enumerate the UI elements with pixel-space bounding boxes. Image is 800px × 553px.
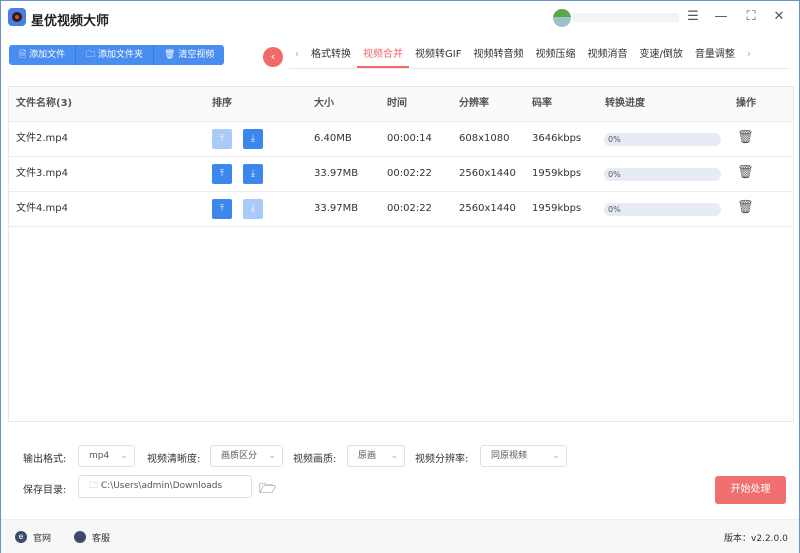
maximize-button[interactable]: ⛶ (743, 9, 759, 25)
clear-label: 清空视频 (178, 50, 215, 60)
move-up-button[interactable]: ⤒ (212, 164, 232, 184)
table-row: 文件3.mp4 ⤒ ⤓ 33.97MB 00:02:22 2560x1440 1… (9, 157, 793, 192)
tab-bar: ‹ 格式转换 视频合并 视频转GIF 视频转音频 视频压缩 视频消音 变速/倒放… (289, 45, 789, 69)
user-name (573, 13, 679, 22)
tab-format-convert[interactable]: 格式转换 (305, 45, 357, 68)
file-bitrate: 1959kbps (532, 168, 582, 179)
move-down-button[interactable]: ⤓ (243, 164, 263, 184)
app-title: 星优视频大师 (31, 14, 110, 29)
format-label: 输出格式: (23, 454, 67, 465)
format-select[interactable]: mp4 ⌄ (78, 445, 135, 467)
col-time: 时间 (387, 98, 407, 109)
move-down-button[interactable]: ⤓ (243, 199, 263, 219)
format-value: mp4 (89, 451, 110, 461)
file-duration: 00:02:22 (387, 168, 432, 179)
file-table: 文件名称(3) 排序 大小 时间 分辨率 码率 转换进度 操作 文件2.mp4 … (8, 86, 794, 422)
quality-value: 原画 (358, 451, 377, 461)
settings-icon[interactable]: ☰ (685, 9, 701, 25)
close-button[interactable]: ✕ (771, 9, 787, 25)
add-file-button[interactable]: 🗎 添加文件 (9, 45, 77, 65)
open-folder-icon[interactable]: 🗁 (259, 478, 276, 502)
file-name: 文件4.mp4 (16, 203, 68, 214)
col-progress: 转换进度 (605, 98, 645, 109)
app-logo-icon (8, 8, 26, 26)
tab-video-compress[interactable]: 视频压缩 (529, 45, 581, 68)
chevron-down-icon: ⌄ (268, 451, 276, 461)
toolbar: 🗎 添加文件 🗀 添加文件夹 🗑 清空视频 (9, 45, 225, 65)
table-row: 文件2.mp4 ⤒ ⤓ 6.40MB 00:00:14 608x1080 364… (9, 122, 793, 157)
tab-speed-reverse[interactable]: 变速/倒放 (633, 45, 688, 68)
collapse-button[interactable]: ‹ (263, 47, 283, 67)
col-res: 分辨率 (459, 98, 489, 109)
tab-next-icon[interactable]: › (741, 45, 757, 68)
clarity-label: 视频清晰度: (147, 454, 201, 465)
tab-prev-icon[interactable]: ‹ (289, 45, 305, 68)
tab-video-merge[interactable]: 视频合并 (357, 45, 409, 68)
delete-icon[interactable]: 🗑 (737, 200, 754, 215)
move-up-button[interactable]: ⤒ (212, 129, 232, 149)
col-bitrate: 码率 (532, 98, 552, 109)
save-dir-label: 保存目录: (23, 485, 67, 496)
resolution-label: 视频分辨率: (415, 454, 469, 465)
chevron-down-icon: ⌄ (120, 451, 128, 461)
file-name: 文件3.mp4 (16, 168, 68, 179)
add-folder-label: 添加文件夹 (98, 50, 144, 60)
delete-icon[interactable]: 🗑 (737, 165, 754, 180)
file-resolution: 2560x1440 (459, 203, 516, 214)
resolution-select[interactable]: 同原视频 ⌄ (480, 445, 567, 467)
app-window: 星优视频大师 ☰ — ⛶ ✕ 🗎 添加文件 🗀 添加文件夹 🗑 清空视频 ‹ ‹… (0, 0, 800, 553)
move-down-button[interactable]: ⤓ (243, 129, 263, 149)
website-icon: e (15, 531, 27, 543)
move-up-button[interactable]: ⤒ (212, 199, 232, 219)
clear-videos-button[interactable]: 🗑 清空视频 (154, 45, 224, 65)
quality-select[interactable]: 原画 ⌄ (347, 445, 405, 467)
customer-service-icon (74, 531, 86, 543)
add-file-label: 添加文件 (29, 50, 66, 60)
file-bitrate: 3646kbps (532, 133, 582, 144)
clarity-value: 画质区分 (221, 451, 258, 461)
col-size: 大小 (314, 98, 334, 109)
folder-small-icon: 🗀 (89, 481, 101, 491)
chevron-down-icon: ⌄ (552, 451, 560, 461)
start-process-button[interactable]: 开始处理 (715, 476, 786, 504)
progress-bar: 0% (604, 203, 721, 216)
col-action: 操作 (736, 98, 756, 109)
progress-bar: 0% (604, 168, 721, 181)
table-header: 文件名称(3) 排序 大小 时间 分辨率 码率 转换进度 操作 (9, 87, 793, 122)
file-bitrate: 1959kbps (532, 203, 582, 214)
file-name: 文件2.mp4 (16, 133, 68, 144)
save-dir-value: C:\Users\admin\Downloads (100, 481, 223, 491)
footer: e 官网 客服 版本：v2.2.0.0 (1, 519, 799, 553)
col-name: 文件名称(3) (16, 98, 73, 109)
col-sort: 排序 (212, 98, 232, 109)
tab-video-to-gif[interactable]: 视频转GIF (409, 45, 467, 68)
user-avatar[interactable] (553, 9, 571, 27)
website-link[interactable]: 官网 (33, 531, 51, 544)
add-folder-button[interactable]: 🗀 添加文件夹 (76, 45, 155, 65)
customer-service-link[interactable]: 客服 (92, 531, 110, 544)
file-size: 33.97MB (314, 203, 359, 214)
clarity-select[interactable]: 画质区分 ⌄ (210, 445, 283, 467)
save-dir-input[interactable]: 🗀 C:\Users\admin\Downloads (78, 475, 252, 498)
minimize-button[interactable]: — (713, 9, 729, 25)
tab-video-to-audio[interactable]: 视频转音频 (467, 45, 529, 68)
file-resolution: 608x1080 (459, 133, 510, 144)
file-duration: 00:02:22 (387, 203, 432, 214)
progress-bar: 0% (604, 133, 721, 146)
resolution-value: 同原视频 (491, 451, 528, 461)
quality-label: 视频画质: (293, 454, 337, 465)
version-text: 版本：v2.2.0.0 (724, 534, 788, 544)
file-size: 6.40MB (314, 133, 352, 144)
chevron-down-icon: ⌄ (390, 451, 398, 461)
table-row: 文件4.mp4 ⤒ ⤓ 33.97MB 00:02:22 2560x1440 1… (9, 192, 793, 227)
file-size: 33.97MB (314, 168, 359, 179)
file-duration: 00:00:14 (387, 133, 432, 144)
file-resolution: 2560x1440 (459, 168, 516, 179)
delete-icon[interactable]: 🗑 (737, 130, 754, 145)
tab-volume[interactable]: 音量调整 (689, 45, 741, 68)
tab-video-mute[interactable]: 视频消音 (581, 45, 633, 68)
